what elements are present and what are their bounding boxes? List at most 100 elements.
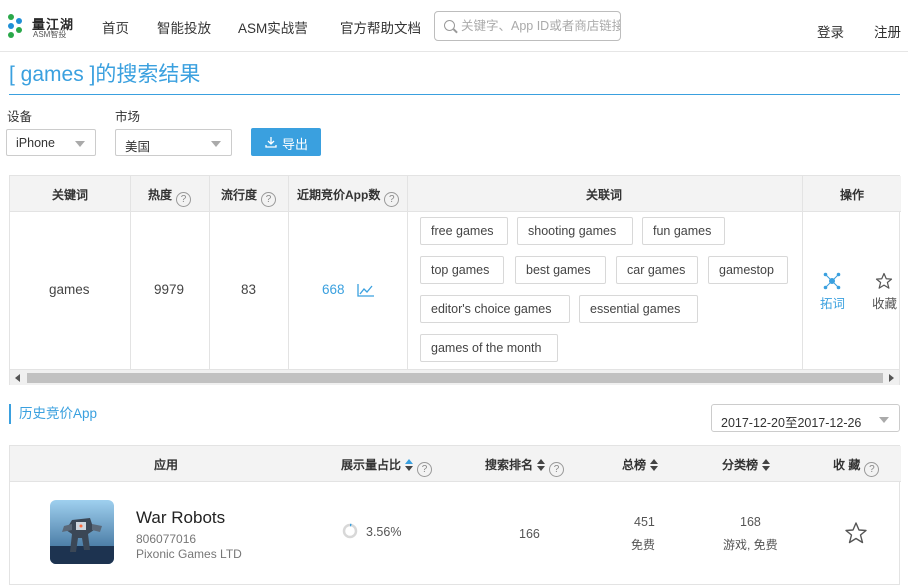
total-rank-value: 451 bbox=[634, 515, 655, 529]
logo-mark-icon bbox=[8, 14, 28, 38]
search-rank-value: 166 bbox=[519, 527, 540, 541]
nav-asm-camp[interactable]: ASM实战营 bbox=[238, 17, 308, 37]
market-select[interactable]: 美国 bbox=[115, 129, 232, 156]
login-link[interactable]: 登录 bbox=[817, 21, 844, 41]
col-bid-apps-label: 近期竞价App数 bbox=[297, 188, 381, 202]
scrollbar-thumb[interactable] bbox=[27, 373, 883, 383]
related-keyword[interactable]: shooting games bbox=[517, 217, 633, 245]
help-icon[interactable]: ? bbox=[176, 192, 192, 207]
popularity-value: 83 bbox=[241, 282, 257, 297]
related-keyword[interactable]: best games bbox=[515, 256, 606, 284]
related-keyword[interactable]: gamestop bbox=[708, 256, 788, 284]
col-total-rank-label: 总榜 bbox=[622, 458, 647, 472]
chevron-down-icon bbox=[75, 141, 85, 147]
date-range-value: 2017-12-20至2017-12-26 bbox=[721, 416, 862, 430]
logo[interactable]: 量江湖 ASM智投 bbox=[8, 12, 76, 40]
help-icon[interactable]: ? bbox=[261, 192, 277, 207]
title-divider bbox=[9, 94, 900, 95]
export-button[interactable]: 导出 bbox=[251, 128, 321, 156]
app-developer: Pixonic Games LTD bbox=[136, 547, 242, 561]
help-icon[interactable]: ? bbox=[384, 192, 400, 207]
date-range-select[interactable]: 2017-12-20至2017-12-26 bbox=[711, 404, 900, 432]
col-related: 关联词 bbox=[586, 188, 623, 202]
chevron-down-icon bbox=[879, 417, 889, 423]
col-category-rank[interactable]: 分类榜 bbox=[722, 456, 771, 473]
col-keyword: 关键词 bbox=[52, 188, 89, 202]
nav-home[interactable]: 首页 bbox=[102, 17, 129, 37]
share-ring-icon bbox=[342, 523, 358, 539]
heat-value: 9979 bbox=[154, 282, 185, 297]
related-keyword[interactable]: car games bbox=[616, 256, 698, 284]
col-rank-label: 搜索排名 bbox=[485, 458, 534, 472]
horizontal-scrollbar[interactable] bbox=[10, 369, 899, 385]
related-keyword[interactable]: editor's choice games bbox=[420, 295, 570, 323]
register-link[interactable]: 注册 bbox=[874, 21, 901, 41]
col-share-label: 展示量占比 bbox=[341, 458, 402, 472]
history-table: 应用 展示量占比? 搜索排名? 总榜 分类榜 收 藏? War Robots 8… bbox=[9, 445, 901, 585]
col-category-rank-label: 分类榜 bbox=[722, 458, 759, 472]
col-actions: 操作 bbox=[840, 188, 865, 202]
col-share[interactable]: 展示量占比? bbox=[341, 456, 433, 477]
nav-smart-delivery[interactable]: 智能投放 bbox=[157, 17, 211, 37]
col-favorite-label: 收 藏 bbox=[833, 458, 861, 472]
related-keyword[interactable]: fun games bbox=[642, 217, 725, 245]
star-icon[interactable] bbox=[844, 521, 868, 545]
sort-icon[interactable] bbox=[650, 459, 659, 471]
star-icon bbox=[875, 272, 893, 289]
app-name[interactable]: War Robots bbox=[136, 508, 225, 528]
favorite-label: 收藏 bbox=[872, 297, 898, 311]
help-icon[interactable]: ? bbox=[864, 462, 880, 477]
col-divider bbox=[288, 176, 289, 369]
history-section-title: 历史竞价App bbox=[9, 404, 97, 424]
expand-network-icon bbox=[823, 272, 841, 290]
col-divider bbox=[209, 176, 210, 369]
war-robots-app-icon bbox=[50, 500, 114, 564]
keyword-table: 关键词 热度? 流行度? 近期竞价App数? 关联词 操作 games 9979… bbox=[9, 175, 901, 385]
related-keyword[interactable]: free games bbox=[420, 217, 508, 245]
col-total-rank[interactable]: 总榜 bbox=[622, 456, 659, 473]
help-icon[interactable]: ? bbox=[549, 462, 565, 477]
page-title: [ games ]的搜索结果 bbox=[9, 63, 201, 86]
expand-keyword-button[interactable]: 拓词 bbox=[816, 272, 856, 312]
app-id: 806077016 bbox=[136, 532, 197, 546]
trend-chart-icon[interactable] bbox=[357, 283, 375, 297]
search-input[interactable] bbox=[461, 12, 620, 40]
nav-help-docs[interactable]: 官方帮助文档 bbox=[340, 17, 421, 37]
col-bid-apps: 近期竞价App数? bbox=[297, 186, 400, 207]
favorite-keyword-button[interactable]: 收藏 bbox=[870, 272, 901, 312]
total-rank-type: 免费 bbox=[631, 538, 656, 552]
search-box[interactable] bbox=[434, 11, 621, 41]
sort-icon[interactable] bbox=[762, 459, 771, 471]
related-keyword[interactable]: essential games bbox=[579, 295, 698, 323]
related-keyword[interactable]: top games bbox=[420, 256, 504, 284]
chevron-down-icon bbox=[211, 141, 221, 147]
category-rank-value: 168 bbox=[740, 515, 761, 529]
market-select-value: 美国 bbox=[125, 140, 151, 154]
help-icon[interactable]: ? bbox=[417, 462, 433, 477]
col-divider bbox=[802, 176, 803, 369]
col-rank[interactable]: 搜索排名? bbox=[485, 456, 565, 477]
sort-icon[interactable] bbox=[537, 459, 546, 471]
col-popularity: 流行度? bbox=[221, 186, 277, 207]
device-select[interactable]: iPhone bbox=[6, 129, 96, 156]
expand-label: 拓词 bbox=[820, 297, 846, 311]
scroll-left-icon[interactable] bbox=[15, 374, 20, 382]
col-heat-label: 热度 bbox=[148, 188, 173, 202]
col-app: 应用 bbox=[154, 458, 179, 472]
keyword-value: games bbox=[49, 282, 90, 297]
export-label: 导出 bbox=[282, 137, 309, 152]
bid-apps-link[interactable]: 668 bbox=[322, 282, 345, 297]
top-bar: 量江湖 ASM智投 首页 智能投放 ASM实战营 官方帮助文档 登录 注册 bbox=[0, 0, 908, 52]
app-icon[interactable] bbox=[50, 500, 114, 564]
sort-icon[interactable] bbox=[405, 459, 414, 471]
col-heat: 热度? bbox=[148, 186, 192, 207]
share-value: 3.56% bbox=[366, 525, 402, 539]
history-table-header: 应用 展示量占比? 搜索排名? 总榜 分类榜 收 藏? bbox=[10, 446, 901, 482]
scroll-right-icon[interactable] bbox=[889, 374, 894, 382]
brand-subtitle: ASM智投 bbox=[33, 30, 67, 39]
col-favorite: 收 藏? bbox=[833, 456, 880, 477]
related-keyword[interactable]: games of the month bbox=[420, 334, 558, 362]
market-label: 市场 bbox=[115, 110, 141, 124]
device-label: 设备 bbox=[7, 110, 33, 124]
col-divider bbox=[407, 176, 408, 369]
